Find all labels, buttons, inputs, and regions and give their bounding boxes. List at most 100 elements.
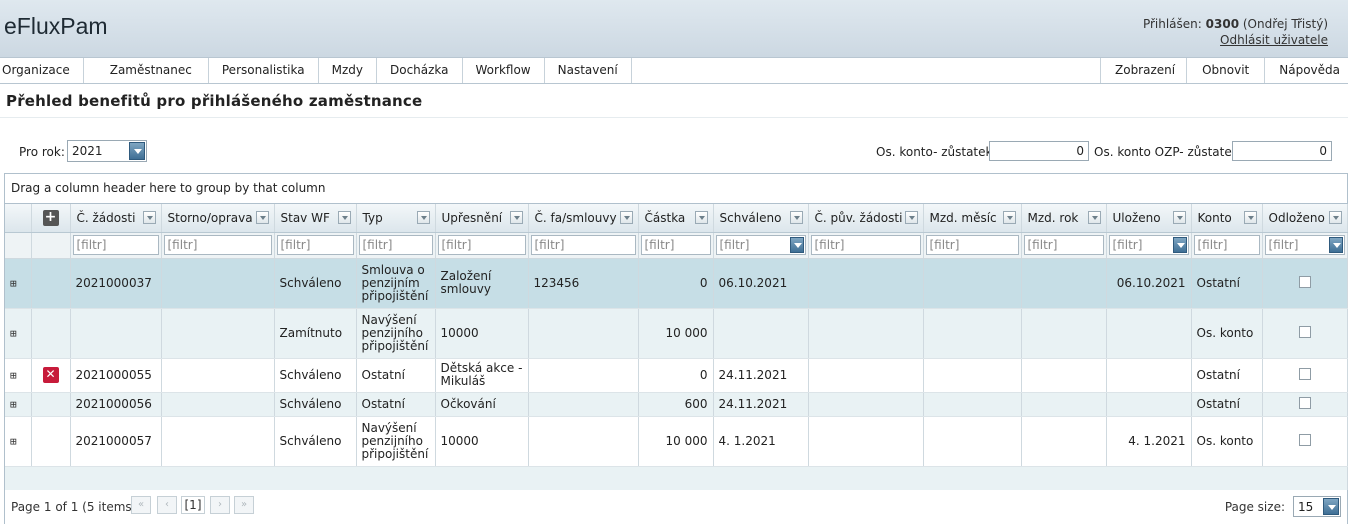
table-row[interactable]: ⊞ 2021000056 Schváleno Ostatní Očkování 600 24…	[5, 392, 1348, 417]
chevron-down-icon[interactable]	[129, 142, 145, 160]
expand-icon[interactable]: ⊞	[10, 327, 17, 340]
menu-zamestnanec[interactable]: Zaměstnanec	[84, 58, 209, 83]
grid-table: + Č. žádosti Storno/oprava Stav WF Typ U…	[5, 204, 1348, 491]
konto-balance-field[interactable]: 0	[989, 141, 1089, 161]
col-header-schvaleno[interactable]: Schváleno	[713, 204, 809, 233]
menu-mzdy[interactable]: Mzdy	[319, 58, 377, 83]
filter-input-storno[interactable]: [filtr]	[163, 235, 272, 255]
menu-personalistika[interactable]: Personalistika	[209, 58, 319, 83]
cell-mesic	[923, 358, 1022, 393]
filter-dropdown-icon[interactable]	[1172, 211, 1186, 224]
expand-icon[interactable]: ⊞	[10, 277, 17, 290]
cell-schvaleno	[713, 308, 809, 359]
col-header-upresneni[interactable]: Upřesnění	[435, 204, 529, 233]
logout-link[interactable]: Odhlásit uživatele	[1220, 33, 1328, 47]
filter-cell: [filtr]	[1262, 232, 1348, 259]
filter-input-mesic[interactable]: [filtr]	[925, 235, 1019, 255]
ozp-balance-field[interactable]: 0	[1232, 141, 1332, 161]
odlozeno-checkbox[interactable]	[1298, 433, 1311, 446]
menu-dochazka[interactable]: Docházka	[377, 58, 463, 83]
filter-dropdown-icon[interactable]	[1087, 211, 1101, 224]
odlozeno-checkbox[interactable]	[1298, 325, 1311, 338]
action-cell	[31, 392, 71, 417]
year-select[interactable]: 2021	[67, 140, 147, 162]
table-row[interactable]: ⊞ 2021000057 Schváleno Navýšení penzijního …	[5, 416, 1348, 467]
group-panel[interactable]: Drag a column header here to group by th…	[5, 174, 1347, 204]
filter-input-stav[interactable]: [filtr]	[276, 235, 354, 255]
cell-fa	[528, 358, 639, 393]
add-icon[interactable]: +	[42, 209, 59, 226]
current-page[interactable]: [1]	[181, 496, 205, 514]
table-row[interactable]: ⊞ 2021000037 Schváleno Smlouva o penzijním …	[5, 258, 1348, 309]
table-row[interactable]: ⊞ ✕ 2021000055 Schváleno Ostatní Dětská akce …	[5, 358, 1348, 393]
menu-workflow[interactable]: Workflow	[463, 58, 545, 83]
menu-obnovit[interactable]: Obnovit	[1187, 58, 1266, 83]
cell-puv	[808, 258, 924, 309]
filter-dropdown-icon[interactable]	[509, 211, 523, 224]
odlozeno-checkbox[interactable]	[1298, 275, 1311, 288]
col-label: Storno/oprava	[167, 210, 253, 225]
filter-input-cislo[interactable]: [filtr]	[72, 235, 159, 255]
filter-dropdown-icon[interactable]	[789, 211, 803, 224]
main-menu: Organizace Zaměstnanec Personalistika Mz…	[0, 58, 1348, 84]
filter-input-rok[interactable]: [filtr]	[1023, 235, 1104, 255]
filter-input-odlozeno[interactable]: [filtr]	[1264, 235, 1345, 255]
filter-input-schvaleno[interactable]: [filtr]	[715, 235, 806, 255]
last-page-icon[interactable]: »	[234, 496, 254, 514]
col-header-mesic[interactable]: Mzd. měsíc	[923, 204, 1022, 233]
next-page-icon[interactable]: ›	[210, 496, 230, 514]
filter-input-upresneni[interactable]: [filtr]	[437, 235, 526, 255]
filter-dropdown-icon[interactable]	[337, 211, 351, 224]
chevron-down-icon[interactable]	[1323, 498, 1339, 515]
col-label: Č. žádosti	[76, 210, 136, 225]
menu-zobrazeni[interactable]: Zobrazení	[1101, 58, 1188, 83]
expand-icon[interactable]: ⊞	[10, 369, 17, 382]
col-label: Odloženo	[1268, 210, 1325, 225]
expand-icon[interactable]: ⊞	[10, 398, 17, 411]
prev-page-icon[interactable]: ‹	[157, 496, 177, 514]
col-header-stav[interactable]: Stav WF	[274, 204, 357, 233]
delete-icon[interactable]: ✕	[42, 367, 59, 383]
col-header-cislo[interactable]: Č. žádosti	[70, 204, 162, 233]
user-id: 0300	[1205, 17, 1240, 31]
filter-input-ulozeno[interactable]: [filtr]	[1108, 235, 1189, 255]
col-label: Č. pův. žádosti	[814, 210, 903, 225]
filter-dropdown-icon[interactable]	[1328, 211, 1342, 224]
filter-input-typ[interactable]: [filtr]	[358, 235, 433, 255]
odlozeno-checkbox[interactable]	[1298, 396, 1311, 409]
filter-dropdown-icon[interactable]	[1243, 211, 1257, 224]
col-header-konto[interactable]: Konto	[1191, 204, 1263, 233]
filter-dropdown-icon[interactable]	[142, 211, 156, 224]
action-cell	[31, 258, 71, 309]
expand-icon[interactable]: ⊞	[10, 435, 17, 448]
first-page-icon[interactable]: «	[131, 496, 151, 514]
filter-input-castka[interactable]: [filtr]	[640, 235, 711, 255]
filter-input-puv[interactable]: [filtr]	[810, 235, 921, 255]
col-header-puv[interactable]: Č. pův. žádosti	[808, 204, 924, 233]
page-size-select[interactable]: 15	[1293, 496, 1341, 517]
filter-dropdown-icon[interactable]	[1002, 211, 1016, 224]
col-header-typ[interactable]: Typ	[356, 204, 436, 233]
col-header-ulozeno[interactable]: Uloženo	[1106, 204, 1192, 233]
col-header-rok[interactable]: Mzd. rok	[1021, 204, 1107, 233]
filter-dropdown-icon[interactable]	[904, 211, 918, 224]
chevron-down-icon[interactable]	[1328, 237, 1343, 253]
filter-input-fa[interactable]: [filtr]	[530, 235, 636, 255]
col-label: Stav WF	[280, 210, 330, 225]
chevron-down-icon[interactable]	[789, 237, 804, 253]
menu-nastaveni[interactable]: Nastavení	[545, 58, 632, 83]
filter-dropdown-icon[interactable]	[255, 211, 269, 224]
filter-dropdown-icon[interactable]	[416, 211, 430, 224]
col-header-fa[interactable]: Č. fa/smlouvy	[528, 204, 639, 233]
col-header-castka[interactable]: Částka	[638, 204, 714, 233]
chevron-down-icon[interactable]	[1172, 237, 1187, 253]
filter-dropdown-icon[interactable]	[694, 211, 708, 224]
odlozeno-checkbox[interactable]	[1298, 367, 1311, 380]
col-header-odlozeno[interactable]: Odloženo	[1262, 204, 1348, 233]
filter-dropdown-icon[interactable]	[619, 211, 633, 224]
table-row[interactable]: ⊞ Zamítnuto Navýšení penzijního připojiště…	[5, 308, 1348, 359]
filter-input-konto[interactable]: [filtr]	[1193, 235, 1260, 255]
menu-napoveda[interactable]: Nápověda	[1265, 58, 1348, 83]
col-header-storno[interactable]: Storno/oprava	[161, 204, 275, 233]
menu-organizace[interactable]: Organizace	[0, 58, 84, 83]
